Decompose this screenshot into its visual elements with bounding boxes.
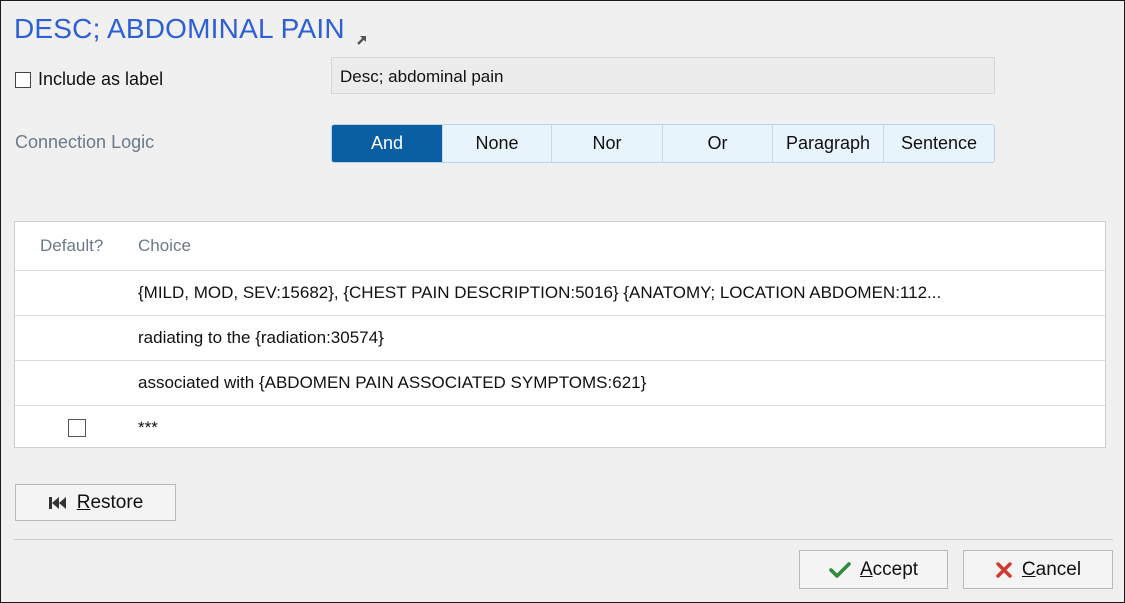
dialog-window: DESC; ABDOMINAL PAIN Include as label De…: [0, 0, 1125, 603]
dialog-title-text: DESC; ABDOMINAL PAIN: [14, 13, 345, 44]
choice-cell[interactable]: {MILD, MOD, SEV:15682}, {CHEST PAIN DESC…: [138, 283, 1105, 303]
footer-divider: [14, 539, 1113, 540]
connection-logic-selector: And None Nor Or Paragraph Sentence: [331, 124, 995, 163]
include-as-label-checkbox[interactable]: [15, 71, 31, 88]
dialog-title: DESC; ABDOMINAL PAIN: [14, 13, 369, 45]
table-row[interactable]: radiating to the {radiation:30574}: [15, 316, 1105, 361]
choice-cell[interactable]: radiating to the {radiation:30574}: [138, 328, 1105, 348]
logic-option-and[interactable]: And: [332, 125, 443, 162]
choice-cell[interactable]: ***: [138, 418, 1105, 438]
x-icon: [996, 561, 1012, 578]
restore-button[interactable]: Restore: [15, 484, 176, 521]
cancel-button[interactable]: Cancel: [963, 550, 1113, 589]
logic-option-or[interactable]: Or: [663, 125, 773, 162]
table-header: Default? Choice: [15, 222, 1105, 271]
accept-button[interactable]: Accept: [799, 550, 948, 589]
accept-label: Accept: [859, 558, 919, 580]
default-cell: [15, 419, 138, 437]
table-row[interactable]: ***: [15, 406, 1105, 450]
default-checkbox[interactable]: [67, 419, 86, 437]
table-row[interactable]: associated with {ABDOMEN PAIN ASSOCIATED…: [15, 361, 1105, 406]
choices-table: Default? Choice {MILD, MOD, SEV:15682}, …: [14, 221, 1106, 448]
connection-logic-label: Connection Logic: [15, 132, 155, 152]
restore-label: Restore: [76, 491, 144, 513]
table-row[interactable]: {MILD, MOD, SEV:15682}, {CHEST PAIN DESC…: [15, 271, 1105, 316]
logic-option-paragraph[interactable]: Paragraph: [773, 125, 884, 162]
include-as-label-row[interactable]: Include as label: [15, 69, 163, 90]
column-header-default[interactable]: Default?: [15, 236, 138, 256]
logic-option-none[interactable]: None: [443, 125, 552, 162]
include-as-label-text: Include as label: [38, 69, 164, 89]
choice-cell[interactable]: associated with {ABDOMEN PAIN ASSOCIATED…: [138, 373, 1105, 393]
column-header-choice[interactable]: Choice: [138, 236, 1105, 256]
cancel-label: Cancel: [1021, 558, 1082, 580]
logic-option-sentence[interactable]: Sentence: [884, 125, 994, 162]
checkmark-icon: [829, 561, 851, 578]
popout-arrow-icon[interactable]: [355, 22, 369, 45]
logic-option-nor[interactable]: Nor: [552, 125, 663, 162]
skip-to-start-icon: [48, 496, 66, 509]
label-text-field[interactable]: Desc; abdominal pain: [331, 57, 995, 94]
